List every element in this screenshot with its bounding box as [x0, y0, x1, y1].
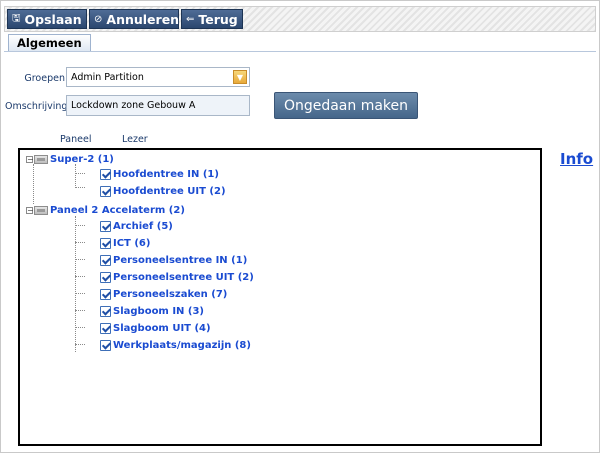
tree-connector: [75, 216, 76, 352]
tree-reader-node[interactable]: Slagboom UIT (4): [100, 321, 211, 335]
tree-connector: [75, 225, 85, 226]
tree-connector: [75, 173, 85, 174]
reader-checkbox[interactable]: [100, 185, 111, 197]
save-icon: 🖫: [12, 12, 21, 24]
groepen-value: Admin Partition: [71, 71, 144, 83]
collapse-icon[interactable]: −: [26, 206, 34, 214]
reader-label: Archief (5): [113, 220, 173, 232]
tree-reader-node[interactable]: Hoofdentree IN (1): [100, 167, 219, 181]
reader-label: Personeelsentree UIT (2): [113, 271, 254, 283]
dropdown-arrow-icon[interactable]: ▼: [233, 70, 247, 84]
reader-label: ICT (6): [113, 237, 151, 249]
reader-checkbox[interactable]: [100, 288, 111, 300]
reader-label: Hoofdentree UIT (2): [113, 185, 226, 197]
reader-checkbox[interactable]: [100, 168, 111, 180]
reader-checkbox[interactable]: [100, 322, 111, 334]
panel-label: Paneel 2 Accelaterm (2): [50, 204, 185, 216]
panel-device-icon: [34, 205, 48, 215]
reader-label: Personeelsentree IN (1): [113, 254, 248, 266]
tree-connector: [75, 164, 76, 188]
tree-connector: [33, 164, 34, 204]
cancel-button[interactable]: ⊘ Annuleren: [89, 9, 179, 29]
toolbar: 🖫 Opslaan ⊘ Annuleren ⇐ Terug: [4, 6, 596, 32]
omschrijving-label: Omschrijving: [5, 101, 68, 112]
reader-label: Hoofdentree IN (1): [113, 168, 219, 180]
back-button[interactable]: ⇐ Terug: [181, 9, 243, 29]
undo-button[interactable]: Ongedaan maken: [274, 92, 418, 119]
cancel-icon: ⊘: [94, 13, 103, 25]
tree-panel-node[interactable]: − Super-2 (1): [26, 152, 114, 166]
tree-reader-node[interactable]: ICT (6): [100, 236, 150, 250]
tree-reader-node[interactable]: Personeelsentree UIT (2): [100, 270, 254, 284]
reader-label: Slagboom IN (3): [113, 305, 205, 317]
reader-checkbox[interactable]: [100, 339, 111, 351]
tree-reader-node[interactable]: Archief (5): [100, 219, 173, 233]
tree-reader-node[interactable]: Personeelszaken (7): [100, 287, 227, 301]
tree-reader-node[interactable]: Werkplaats/magazijn (8): [100, 338, 251, 352]
tree-reader-node[interactable]: Slagboom IN (3): [100, 304, 204, 318]
tree-connector: [75, 293, 85, 294]
panel-label: Super-2 (1): [50, 153, 114, 165]
panel-device-icon: [34, 154, 48, 164]
omschrijving-input[interactable]: [66, 95, 250, 116]
back-label: Terug: [198, 11, 238, 27]
reader-checkbox[interactable]: [100, 254, 111, 266]
reader-checkbox[interactable]: [100, 237, 111, 249]
reader-checkbox[interactable]: [100, 271, 111, 283]
groepen-select[interactable]: Admin Partition ▼: [66, 67, 250, 87]
reader-checkbox[interactable]: [100, 305, 111, 317]
tree-connector: [75, 276, 85, 277]
save-label: Opslaan: [24, 11, 82, 27]
tab-strip: Algemeen: [4, 34, 596, 52]
reader-checkbox[interactable]: [100, 220, 111, 232]
tab-algemeen[interactable]: Algemeen: [8, 34, 91, 51]
tree-connector: [75, 310, 85, 311]
reader-label: Personeelszaken (7): [113, 288, 228, 300]
collapse-icon[interactable]: −: [26, 155, 34, 163]
panel-reader-tree: − Super-2 (1) Hoofdentree IN (1) Hoofden…: [18, 148, 542, 446]
cancel-label: Annuleren: [106, 11, 180, 27]
info-link[interactable]: Info: [560, 150, 593, 168]
groepen-label: Groepen: [24, 73, 65, 84]
column-header-paneel: Paneel: [60, 134, 92, 145]
tree-connector: [75, 187, 85, 188]
reader-label: Slagboom UIT (4): [113, 322, 211, 334]
tree-connector: [75, 327, 85, 328]
tree-connector: [75, 259, 85, 260]
tree-reader-node[interactable]: Hoofdentree UIT (2): [100, 184, 226, 198]
back-arrow-icon: ⇐: [186, 13, 195, 25]
tree-connector: [75, 344, 85, 345]
save-button[interactable]: 🖫 Opslaan: [7, 9, 87, 29]
tree-connector: [75, 242, 85, 243]
tree-panel-node[interactable]: − Paneel 2 Accelaterm (2): [26, 203, 185, 217]
tree-reader-node[interactable]: Personeelsentree IN (1): [100, 253, 247, 267]
reader-label: Werkplaats/magazijn (8): [113, 339, 251, 351]
column-header-lezer: Lezer: [122, 134, 148, 145]
